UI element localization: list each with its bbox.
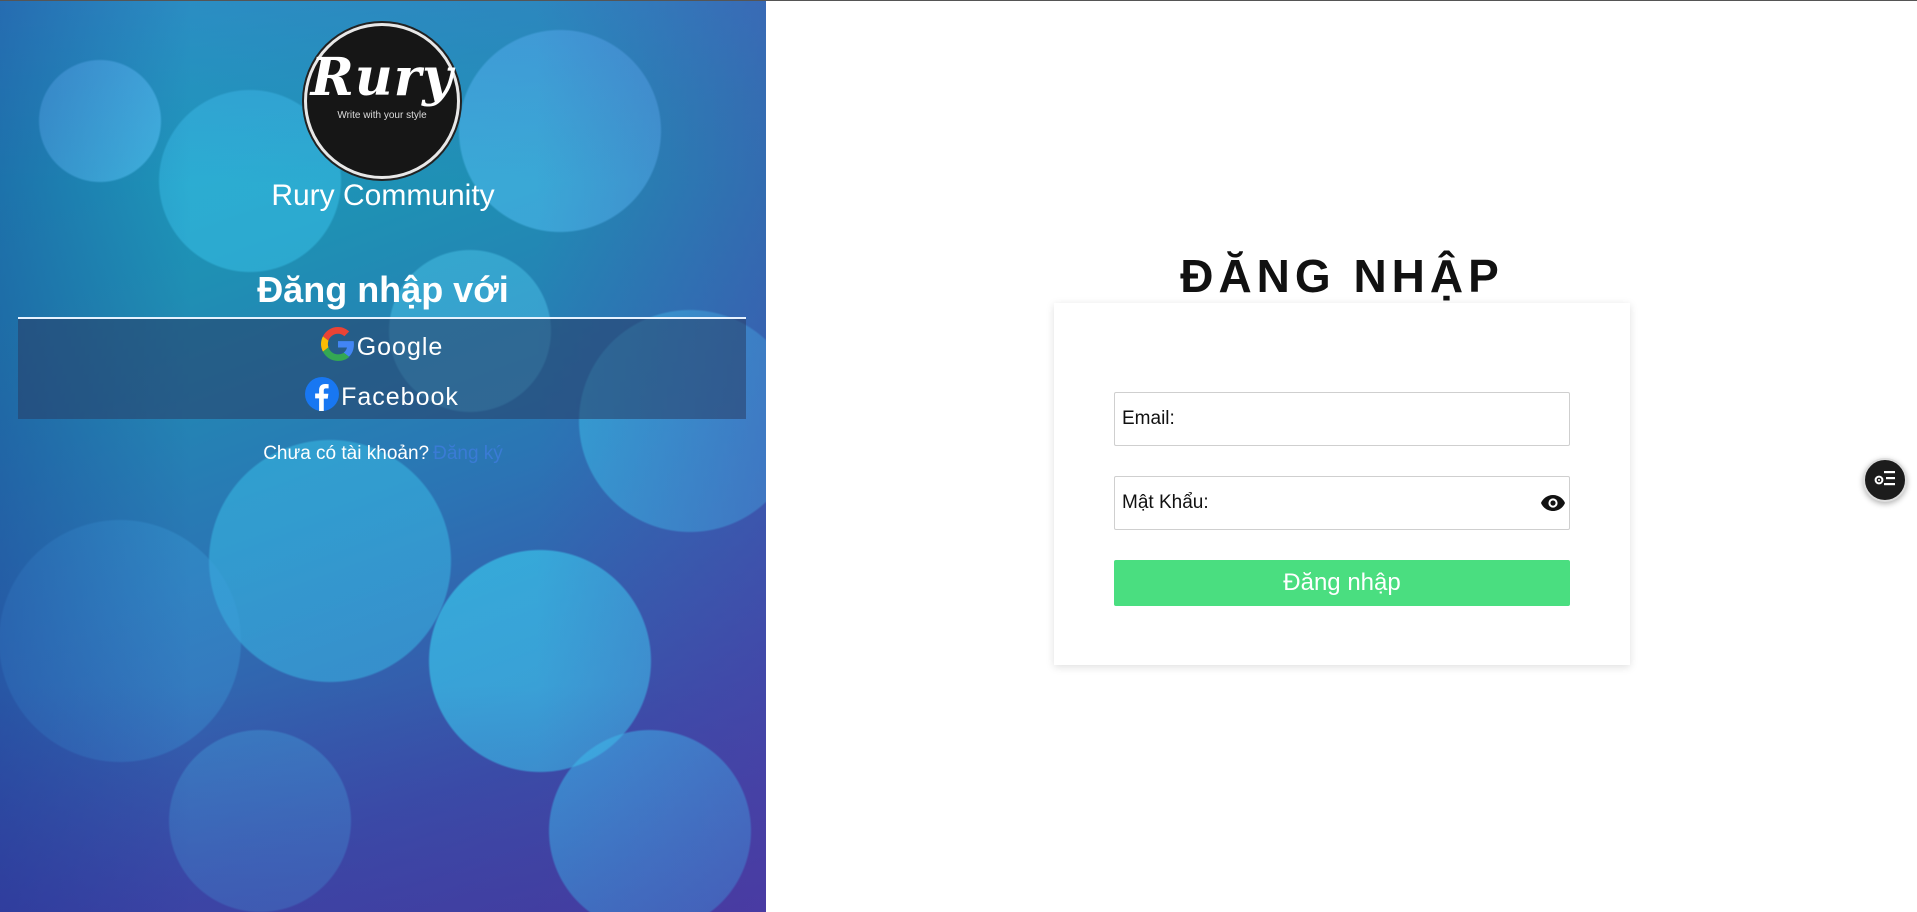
left-panel: Rury Write with your style Rury Communit… (0, 1, 766, 912)
login-card: Email: Mật Khẩu: Đăng nhập (1054, 303, 1630, 665)
settings-list-icon (1873, 467, 1897, 494)
social-login-heading: Đăng nhập với (257, 269, 509, 310)
password-field[interactable]: Mật Khẩu: (1114, 476, 1570, 530)
facebook-icon (305, 376, 341, 418)
email-input[interactable] (1174, 393, 1569, 445)
email-field[interactable]: Email: (1114, 392, 1570, 446)
password-label: Mật Khẩu: (1122, 492, 1209, 513)
login-submit-button[interactable]: Đăng nhập (1114, 560, 1570, 606)
page-title: ĐĂNG NHẬP (1180, 250, 1504, 302)
eye-icon[interactable] (1537, 494, 1569, 512)
floating-action-button[interactable] (1863, 458, 1907, 502)
email-label: Email: (1122, 408, 1175, 429)
password-input[interactable] (1208, 477, 1537, 529)
google-login-button[interactable]: Google (18, 325, 746, 369)
logo-tagline: Write with your style (337, 110, 427, 121)
signup-prompt-line: Chưa có tài khoản? Đăng ký (0, 443, 766, 465)
google-icon (320, 326, 357, 368)
signup-link[interactable]: Đăng ký (433, 443, 503, 464)
logo-title: Rury (310, 47, 454, 108)
brand-logo: Rury Write with your style (304, 23, 460, 179)
facebook-login-button[interactable]: Facebook (18, 375, 746, 419)
facebook-login-label: Facebook (341, 382, 459, 411)
community-name: Rury Community (271, 179, 495, 212)
signup-prompt: Chưa có tài khoản? (263, 443, 430, 464)
social-login-box: Google Facebook (18, 317, 746, 419)
google-login-label: Google (356, 332, 444, 361)
